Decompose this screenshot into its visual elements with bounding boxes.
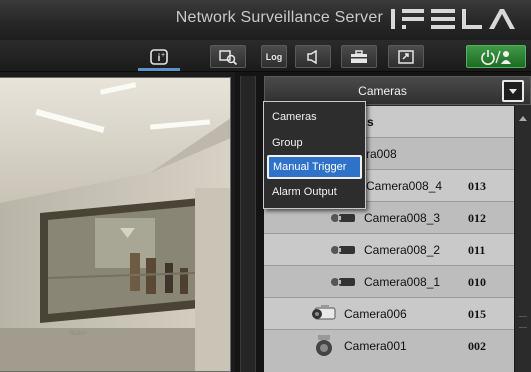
menu-item-group[interactable]: Group (264, 131, 365, 155)
scroll-up-arrow-icon[interactable] (519, 116, 527, 121)
app-header: Network Surveillance Server (0, 0, 531, 40)
brand-logo (391, 9, 515, 29)
camera-name: ra008 (366, 147, 397, 161)
camera-number: 011 (468, 243, 486, 257)
info-button[interactable]: i + (138, 45, 180, 71)
camera-number: 013 (468, 179, 486, 193)
camera-video-image: SONY (0, 78, 230, 371)
camera-video-frame[interactable]: SONY (0, 77, 231, 372)
table-row[interactable]: Camera006 015 (264, 298, 514, 330)
table-row[interactable]: Camera008_2 011 (264, 234, 514, 266)
toolbar: i + Log (0, 40, 531, 72)
search-camera-button[interactable] (210, 45, 246, 68)
camera-name: Camera008_1 (364, 275, 441, 289)
camera-name: Camera008_4 (366, 179, 443, 193)
menu-item-cameras[interactable]: Cameras (264, 105, 365, 129)
camera-name: Camera006 (344, 307, 407, 321)
camera-name: Camera008_3 (364, 211, 441, 225)
chevron-down-icon (509, 89, 517, 94)
log-button[interactable]: Log (261, 45, 287, 68)
bullet-camera-icon (330, 275, 360, 294)
box-camera-icon (309, 304, 339, 327)
speaker-button[interactable] (295, 45, 331, 68)
toolbox-button[interactable] (341, 45, 377, 68)
table-row[interactable]: Camera008_1 010 (264, 266, 514, 298)
search-camera-icon (219, 49, 238, 65)
window-restore-button[interactable] (388, 45, 424, 68)
ptz-camera-icon (314, 334, 334, 363)
log-label: Log (265, 51, 283, 62)
camera-name: Camera001 (344, 339, 407, 353)
bullet-camera-icon (330, 243, 360, 262)
speaker-icon (307, 49, 317, 64)
app-title: Network Surveillance Server (175, 9, 383, 26)
svg-text:+: + (161, 52, 165, 59)
panel-title: Cameras (358, 84, 407, 98)
menu-item-manual-trigger[interactable]: Manual Trigger (267, 155, 362, 179)
menu-item-alarm-output[interactable]: Alarm Output (264, 180, 365, 204)
selected-indicator (138, 68, 180, 71)
camera-number: 012 (468, 211, 486, 225)
camera-label: SONY (70, 331, 87, 337)
camera-name: Camera008_2 (364, 243, 441, 257)
power-logout-button[interactable] (466, 45, 526, 68)
video-pane: SONY (0, 72, 235, 372)
list-header-partial: s (367, 115, 374, 129)
camera-number: 015 (468, 307, 486, 321)
view-dropdown-button[interactable] (502, 80, 524, 102)
window-restore-icon (398, 49, 414, 64)
list-scrollbar[interactable] (514, 106, 531, 372)
view-dropdown-menu: Cameras Group Manual Trigger Alarm Outpu… (263, 101, 366, 209)
scroll-thumb[interactable] (519, 316, 527, 328)
info-icon: i + (150, 48, 168, 65)
camera-number: 002 (468, 339, 486, 353)
bullet-camera-icon (330, 211, 360, 230)
camera-number: 010 (468, 275, 486, 289)
pane-divider[interactable] (240, 76, 256, 372)
toolbox-icon (351, 49, 367, 63)
table-row[interactable]: Camera001 002 (264, 330, 514, 372)
power-user-icon (481, 49, 511, 65)
